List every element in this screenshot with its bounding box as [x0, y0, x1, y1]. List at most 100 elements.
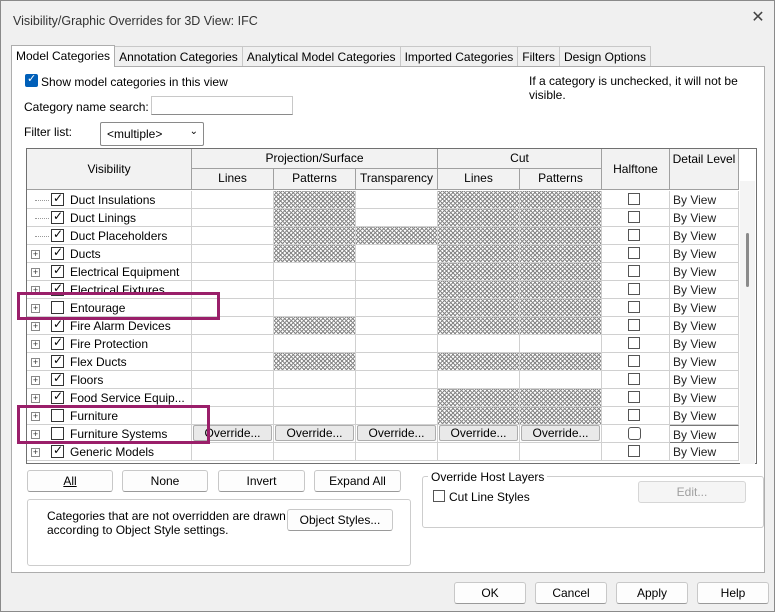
- detail-level-cell[interactable]: By View: [670, 263, 739, 281]
- ok-button[interactable]: OK: [454, 582, 526, 604]
- override-cell[interactable]: [438, 245, 520, 263]
- category-visibility-checkbox[interactable]: [51, 227, 64, 242]
- override-cell[interactable]: [192, 263, 274, 281]
- detail-level-cell[interactable]: By View: [670, 371, 739, 389]
- table-row[interactable]: Duct Placeholders By View: [27, 227, 739, 245]
- halftone-checkbox[interactable]: [628, 283, 640, 295]
- category-visibility-checkbox[interactable]: [51, 371, 64, 386]
- tab-imported-categories[interactable]: Imported Categories: [400, 46, 519, 67]
- expand-icon[interactable]: +: [31, 358, 40, 367]
- override-cell[interactable]: [438, 263, 520, 281]
- table-row[interactable]: + Electrical Equipment By View: [27, 263, 739, 281]
- override-cell[interactable]: Override...: [274, 425, 356, 443]
- table-row[interactable]: + Fire Protection By View: [27, 335, 739, 353]
- table-row[interactable]: + Floors By View: [27, 371, 739, 389]
- override-cell[interactable]: [520, 371, 602, 389]
- halftone-checkbox[interactable]: [628, 247, 640, 259]
- override-cell[interactable]: [356, 389, 438, 407]
- category-visibility-checkbox[interactable]: [51, 191, 64, 206]
- detail-level-cell[interactable]: By View: [670, 317, 739, 335]
- expand-icon[interactable]: +: [31, 340, 40, 349]
- category-visibility-checkbox[interactable]: [51, 245, 64, 260]
- object-styles-button[interactable]: Object Styles...: [287, 509, 393, 531]
- tab-model-categories[interactable]: Model Categories: [11, 45, 116, 67]
- override-cell[interactable]: [192, 353, 274, 371]
- halftone-checkbox[interactable]: [628, 409, 640, 421]
- tab-analytical-model-categories[interactable]: Analytical Model Categories: [242, 46, 401, 67]
- override-cell[interactable]: [438, 371, 520, 389]
- table-row[interactable]: + Flex Ducts By View: [27, 353, 739, 371]
- cancel-button[interactable]: Cancel: [535, 582, 607, 604]
- override-cell[interactable]: [520, 209, 602, 227]
- override-cell[interactable]: [520, 389, 602, 407]
- halftone-checkbox[interactable]: [628, 265, 640, 277]
- override-cell[interactable]: [438, 227, 520, 245]
- override-cell[interactable]: [520, 281, 602, 299]
- override-cell[interactable]: [274, 299, 356, 317]
- override-cell[interactable]: [274, 263, 356, 281]
- override-cell[interactable]: [356, 353, 438, 371]
- override-cell[interactable]: [438, 443, 520, 461]
- override-cell[interactable]: [356, 281, 438, 299]
- expand-icon[interactable]: +: [31, 448, 40, 457]
- override-cell[interactable]: [274, 191, 356, 209]
- category-search-input[interactable]: [151, 96, 293, 115]
- expand-icon[interactable]: +: [31, 376, 40, 385]
- halftone-checkbox[interactable]: [628, 391, 640, 403]
- override-cell[interactable]: [274, 227, 356, 245]
- table-row[interactable]: Duct Linings By View: [27, 209, 739, 227]
- override-cell[interactable]: [274, 245, 356, 263]
- help-button[interactable]: Help: [697, 582, 769, 604]
- halftone-checkbox[interactable]: [628, 301, 640, 313]
- show-model-categories-checkbox[interactable]: [25, 72, 38, 87]
- category-visibility-checkbox[interactable]: [51, 389, 64, 404]
- cut-line-styles-checkbox[interactable]: [433, 490, 445, 502]
- table-row[interactable]: Duct Insulations By View: [27, 191, 739, 209]
- override-cell[interactable]: [192, 209, 274, 227]
- halftone-checkbox[interactable]: [628, 427, 641, 440]
- detail-level-cell[interactable]: By View: [670, 191, 739, 209]
- override-cell[interactable]: [356, 317, 438, 335]
- category-visibility-checkbox[interactable]: [51, 335, 64, 350]
- override-cell[interactable]: Override...: [438, 425, 520, 443]
- edit-button[interactable]: Edit...: [638, 481, 746, 503]
- tab-filters[interactable]: Filters: [518, 46, 560, 67]
- detail-level-cell[interactable]: By View: [670, 407, 739, 425]
- override-cell[interactable]: [438, 299, 520, 317]
- table-row[interactable]: + Ducts By View: [27, 245, 739, 263]
- override-cell[interactable]: [438, 191, 520, 209]
- detail-level-cell[interactable]: By View: [670, 299, 739, 317]
- override-cell[interactable]: [356, 245, 438, 263]
- scrollbar-thumb[interactable]: [746, 233, 749, 287]
- override-cell[interactable]: [438, 389, 520, 407]
- override-cell[interactable]: [438, 353, 520, 371]
- override-cell[interactable]: [438, 209, 520, 227]
- override-cell[interactable]: [274, 443, 356, 461]
- override-cell[interactable]: [274, 371, 356, 389]
- override-cell[interactable]: [356, 227, 438, 245]
- override-cell[interactable]: [520, 353, 602, 371]
- override-cell[interactable]: [356, 191, 438, 209]
- override-cell[interactable]: [520, 263, 602, 281]
- halftone-checkbox[interactable]: [628, 337, 640, 349]
- halftone-checkbox[interactable]: [628, 319, 640, 331]
- category-visibility-checkbox[interactable]: [51, 353, 64, 368]
- override-cell[interactable]: [520, 245, 602, 263]
- detail-level-cell[interactable]: By View: [670, 227, 739, 245]
- expand-icon[interactable]: +: [31, 394, 40, 403]
- halftone-checkbox[interactable]: [628, 355, 640, 367]
- override-cell[interactable]: [520, 227, 602, 245]
- override-cell[interactable]: [356, 299, 438, 317]
- detail-level-cell[interactable]: By View: [670, 425, 739, 443]
- detail-level-cell[interactable]: By View: [670, 281, 739, 299]
- override-cell[interactable]: [520, 191, 602, 209]
- expand-icon[interactable]: +: [31, 250, 40, 259]
- override-cell[interactable]: [192, 335, 274, 353]
- header-visibility[interactable]: Visibility: [27, 149, 192, 190]
- detail-level-cell[interactable]: By View: [670, 335, 739, 353]
- override-cell[interactable]: [274, 335, 356, 353]
- expand-icon[interactable]: +: [31, 322, 40, 331]
- override-cell[interactable]: [356, 443, 438, 461]
- category-visibility-checkbox[interactable]: [51, 317, 64, 332]
- table-row[interactable]: + Generic Models By View: [27, 443, 739, 461]
